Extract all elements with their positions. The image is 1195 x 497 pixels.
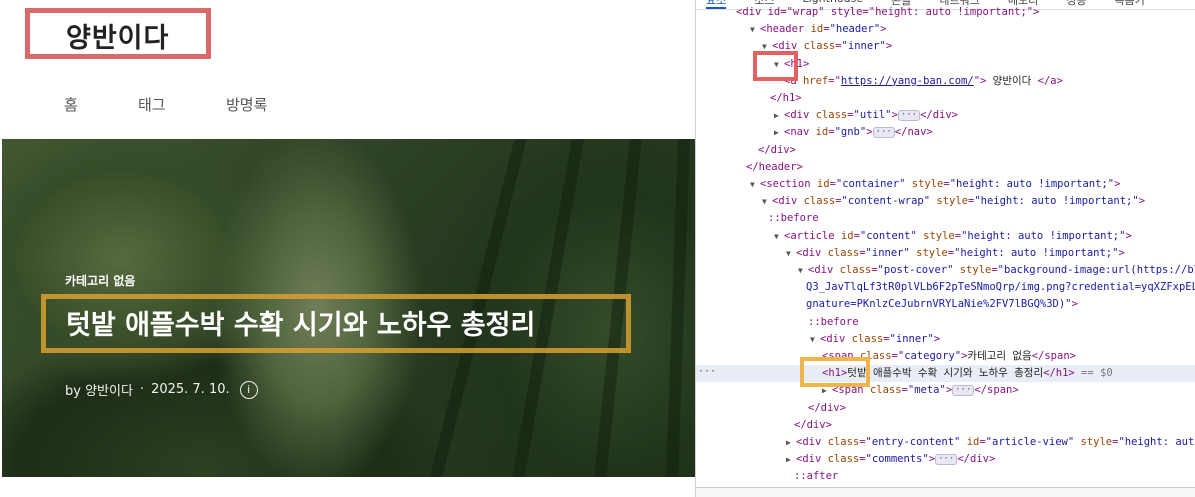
devtools-panel: 요소소스Lighthouse콘솔네트워크메모리성능녹음기 <div id="wr… (695, 0, 1195, 497)
expand-toggle-icon[interactable]: ▼ (774, 228, 784, 245)
expand-toggle-icon[interactable]: ▶ (786, 451, 796, 468)
dom-node-selected[interactable]: <h1>텃밭 애플수박 수확 시기와 노하우 총정리</h1> == $0 (696, 365, 1195, 383)
dom-node[interactable]: </div> (696, 400, 1195, 417)
dom-node[interactable]: ::after (696, 468, 1195, 485)
dom-node[interactable]: </h1> (696, 90, 1195, 107)
dom-node[interactable]: <div id="wrap" style="height: auto !impo… (696, 4, 1195, 21)
more-dots-icon[interactable]: ··· (698, 366, 716, 377)
dom-node[interactable]: Q3_JavTlqLf3tR0plVLb6F2pTeSNmoQrp/img.pn… (696, 279, 1195, 296)
post-author[interactable]: by 양반이다 (65, 380, 133, 399)
expand-toggle-icon[interactable]: ▼ (750, 176, 760, 193)
highlight-box-post-h1 (800, 357, 870, 387)
highlight-box-post-title (41, 294, 631, 353)
devtools-breadcrumb-bar (696, 487, 1195, 497)
highlight-box-header-h1 (753, 51, 798, 81)
expand-toggle-icon[interactable]: ▼ (762, 193, 772, 210)
expand-toggle-icon[interactable]: ▼ (810, 331, 820, 348)
dom-node[interactable]: ▼ <div class="inner" style="height: auto … (696, 245, 1195, 262)
info-icon[interactable]: i (239, 380, 258, 399)
expand-toggle-icon[interactable]: ▼ (798, 262, 808, 279)
dom-node[interactable]: ::before (696, 314, 1195, 331)
expand-toggle-icon[interactable]: ▶ (774, 107, 784, 124)
dom-node[interactable]: ▼ <article id="content" style="height: au… (696, 228, 1195, 245)
meta-separator: · (139, 382, 145, 397)
expand-toggle-icon[interactable]: ▼ (750, 21, 760, 38)
expand-toggle-icon[interactable]: ▶ (774, 124, 784, 141)
dom-node[interactable]: </header> (696, 159, 1195, 176)
post-cover: 카테고리 없음 텃밭 애플수박 수확 시기와 노하우 총정리 by 양반이다 ·… (2, 139, 695, 477)
cover-content: 카테고리 없음 텃밭 애플수박 수확 시기와 노하우 총정리 by 양반이다 ·… (2, 139, 695, 477)
dom-node[interactable]: ▶ <span class="meta"> ··· </span> (696, 382, 1195, 399)
expand-toggle-icon[interactable]: ▶ (786, 434, 796, 451)
page-bottom (0, 477, 695, 497)
nav-item-home[interactable]: 홈 (64, 94, 138, 115)
nav-item-guestbook[interactable]: 방명록 (226, 94, 267, 115)
blog-page: 양반이다 홈 태그 방명록 카테고리 없음 텃밭 애플수박 수확 시기와 노하우… (0, 0, 695, 497)
dom-node[interactable]: ▼ <div class="post-cover" style="backgrou… (696, 262, 1195, 279)
dom-node[interactable]: ▼ <header id="header"> (696, 21, 1195, 38)
highlight-box-site-title (25, 8, 211, 59)
main-nav: 홈 태그 방명록 (64, 94, 267, 115)
dom-node[interactable]: <span class="category">카테고리 없음</span> (696, 348, 1195, 365)
dom-node[interactable]: gnature=PKnlzCeJubrnVRYLaNie%2FV7lBGQ%3D… (696, 296, 1195, 313)
post-category[interactable]: 카테고리 없음 (65, 272, 135, 289)
dom-node[interactable]: ::before (696, 210, 1195, 227)
dom-node[interactable]: ▼ <div class="content-wrap" style="height… (696, 193, 1195, 210)
dom-node[interactable]: ▼ <section id="container" style="height: … (696, 176, 1195, 193)
dom-node[interactable]: </div> (696, 142, 1195, 159)
post-meta: by 양반이다 · 2025. 7. 10. i (65, 380, 258, 399)
dom-node[interactable]: </div> (696, 417, 1195, 434)
expand-toggle-icon[interactable]: ▼ (786, 245, 796, 262)
dom-node[interactable]: ▶ <nav id="gnb"> ··· </nav> (696, 124, 1195, 141)
dom-node[interactable]: ▶ <div class="util"> ··· </div> (696, 107, 1195, 124)
dom-node[interactable]: ▼ <div class="inner"> (696, 331, 1195, 348)
dom-node[interactable]: ▶ <div class="comments"> ··· </div> (696, 451, 1195, 468)
post-date: 2025. 7. 10. (151, 382, 230, 397)
dom-node[interactable]: ▶ <div class="entry-content" id="article-… (696, 434, 1195, 451)
nav-item-tags[interactable]: 태그 (138, 94, 226, 115)
